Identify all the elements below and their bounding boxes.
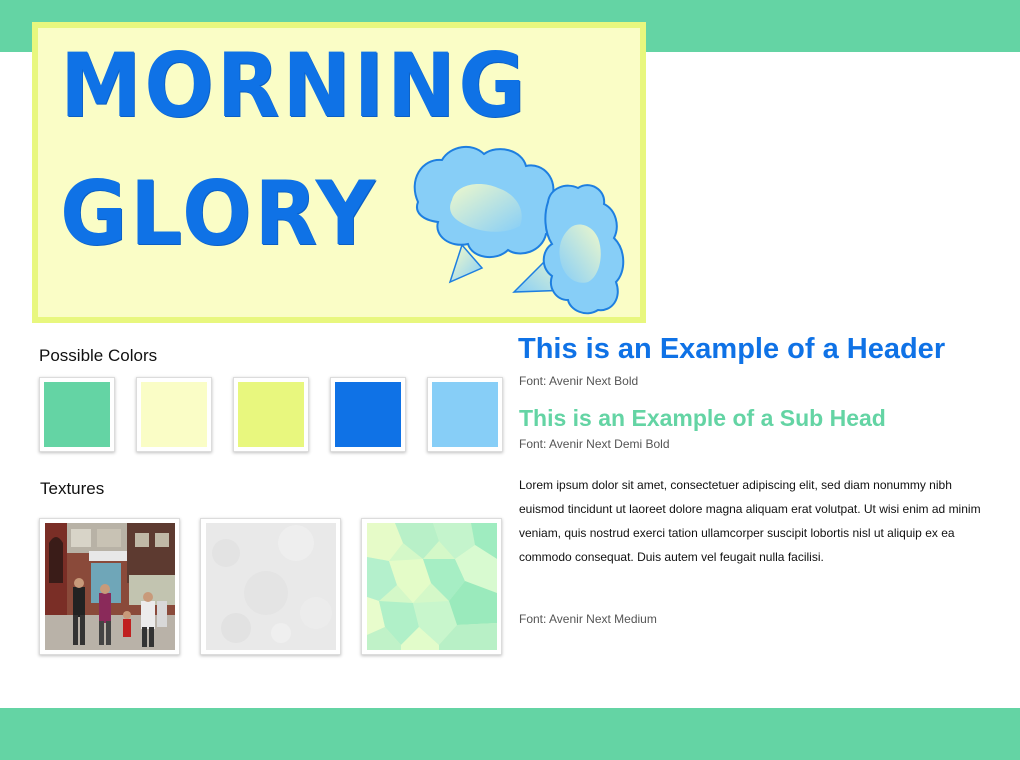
color-swatch-card — [233, 377, 309, 452]
textures-title: Textures — [40, 479, 105, 498]
texture-card — [200, 518, 341, 655]
morning-glory-flower-icon — [413, 145, 625, 315]
color-swatch-card — [427, 377, 503, 452]
body-font-note: Font: Avenir Next Medium — [519, 612, 657, 626]
color-swatch-card — [330, 377, 406, 452]
logo-word-morning: MORNING — [60, 34, 529, 137]
texture-list — [39, 518, 502, 655]
logo-word-glory: GLORY — [60, 162, 378, 265]
possible-colors-title: Possible Colors — [39, 346, 158, 365]
green-hexagon-texture — [366, 523, 497, 650]
body-copy-example: Lorem ipsum dolor sit amet, consectetuer… — [519, 478, 981, 564]
color-swatch-card — [39, 377, 115, 452]
color-swatch — [141, 382, 207, 447]
logo-background: MORNING GLORY — [38, 28, 640, 317]
color-swatch-list — [39, 377, 503, 452]
color-swatch — [432, 382, 498, 447]
color-swatch — [44, 382, 110, 447]
color-swatch — [335, 382, 401, 447]
morning-glory-logo: MORNING GLORY — [32, 22, 646, 323]
header-font-note: Font: Avenir Next Bold — [519, 374, 639, 388]
subhead-font-note: Font: Avenir Next Demi Bold — [519, 437, 670, 451]
subhead-example: This is an Example of a Sub Head — [519, 405, 886, 431]
gray-paper-texture — [205, 523, 336, 650]
bottom-accent-band — [0, 708, 1020, 760]
header-example: This is an Example of a Header — [518, 333, 946, 365]
street-photo-texture — [44, 523, 175, 650]
texture-card — [361, 518, 502, 655]
texture-card — [39, 518, 180, 655]
color-swatch-card — [136, 377, 212, 452]
color-swatch — [238, 382, 304, 447]
